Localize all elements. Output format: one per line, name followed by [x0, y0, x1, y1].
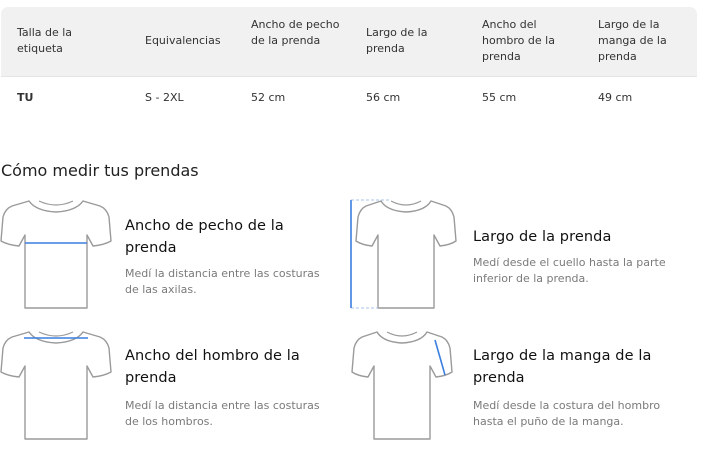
measure-section-title: Cómo medir tus prendas — [1, 161, 199, 180]
measure-card-sleeve-length: Largo de la manga de la prenda Medí desd… — [349, 328, 694, 448]
tshirt-shoulder-width-icon — [0, 331, 112, 440]
table-row: TU S - 2XL 52 cm 56 cm 55 cm 49 cm — [1, 77, 697, 117]
card-description: Medí desde la costura del hombro hasta e… — [473, 399, 661, 428]
card-heading: Largo de la manga de la prenda — [473, 348, 652, 386]
cell-length: 56 cm — [366, 91, 401, 104]
cell-sleeve-length: 49 cm — [598, 91, 633, 104]
cell-equivalences: S - 2XL — [145, 91, 184, 104]
tshirt-chest-width-icon — [0, 200, 112, 309]
header-length: Largo de la prenda — [366, 26, 428, 55]
card-heading: Ancho del hombro de la prenda — [125, 348, 300, 386]
cell-shoulder-width: 55 cm — [482, 91, 517, 104]
header-equivalences: Equivalencias — [145, 34, 221, 47]
card-description: Medí desde el cuello hasta la parte infe… — [473, 256, 666, 285]
card-heading: Largo de la prenda — [473, 229, 612, 245]
header-chest-width: Ancho de pecho de la prenda — [251, 18, 340, 47]
header-tag-size: Talla de la etiqueta — [17, 26, 73, 55]
tshirt-length-icon — [350, 199, 457, 309]
size-table: Talla de la etiqueta Equivalencias Ancho… — [1, 7, 697, 117]
header-shoulder-width: Ancho del hombro de la prenda — [482, 18, 555, 63]
card-description: Medí la distancia entre las costuras de … — [125, 267, 320, 296]
tshirt-sleeve-length-icon — [351, 331, 453, 440]
size-table-header: Talla de la etiqueta Equivalencias Ancho… — [1, 7, 697, 77]
card-heading: Ancho de pecho de la prenda — [125, 218, 284, 256]
measure-card-shoulder-width: Ancho del hombro de la prenda Medí la di… — [0, 328, 345, 448]
cell-chest-width: 52 cm — [251, 91, 286, 104]
header-sleeve-length: Largo de la manga de la prenda — [598, 18, 667, 63]
card-description: Medí la distancia entre las costuras de … — [125, 399, 320, 428]
cell-tag-size: TU — [17, 91, 34, 104]
measure-card-length: Largo de la prenda Medí desde el cuello … — [349, 197, 694, 317]
measure-card-chest-width: Ancho de pecho de la prenda Medí la dist… — [0, 197, 345, 317]
